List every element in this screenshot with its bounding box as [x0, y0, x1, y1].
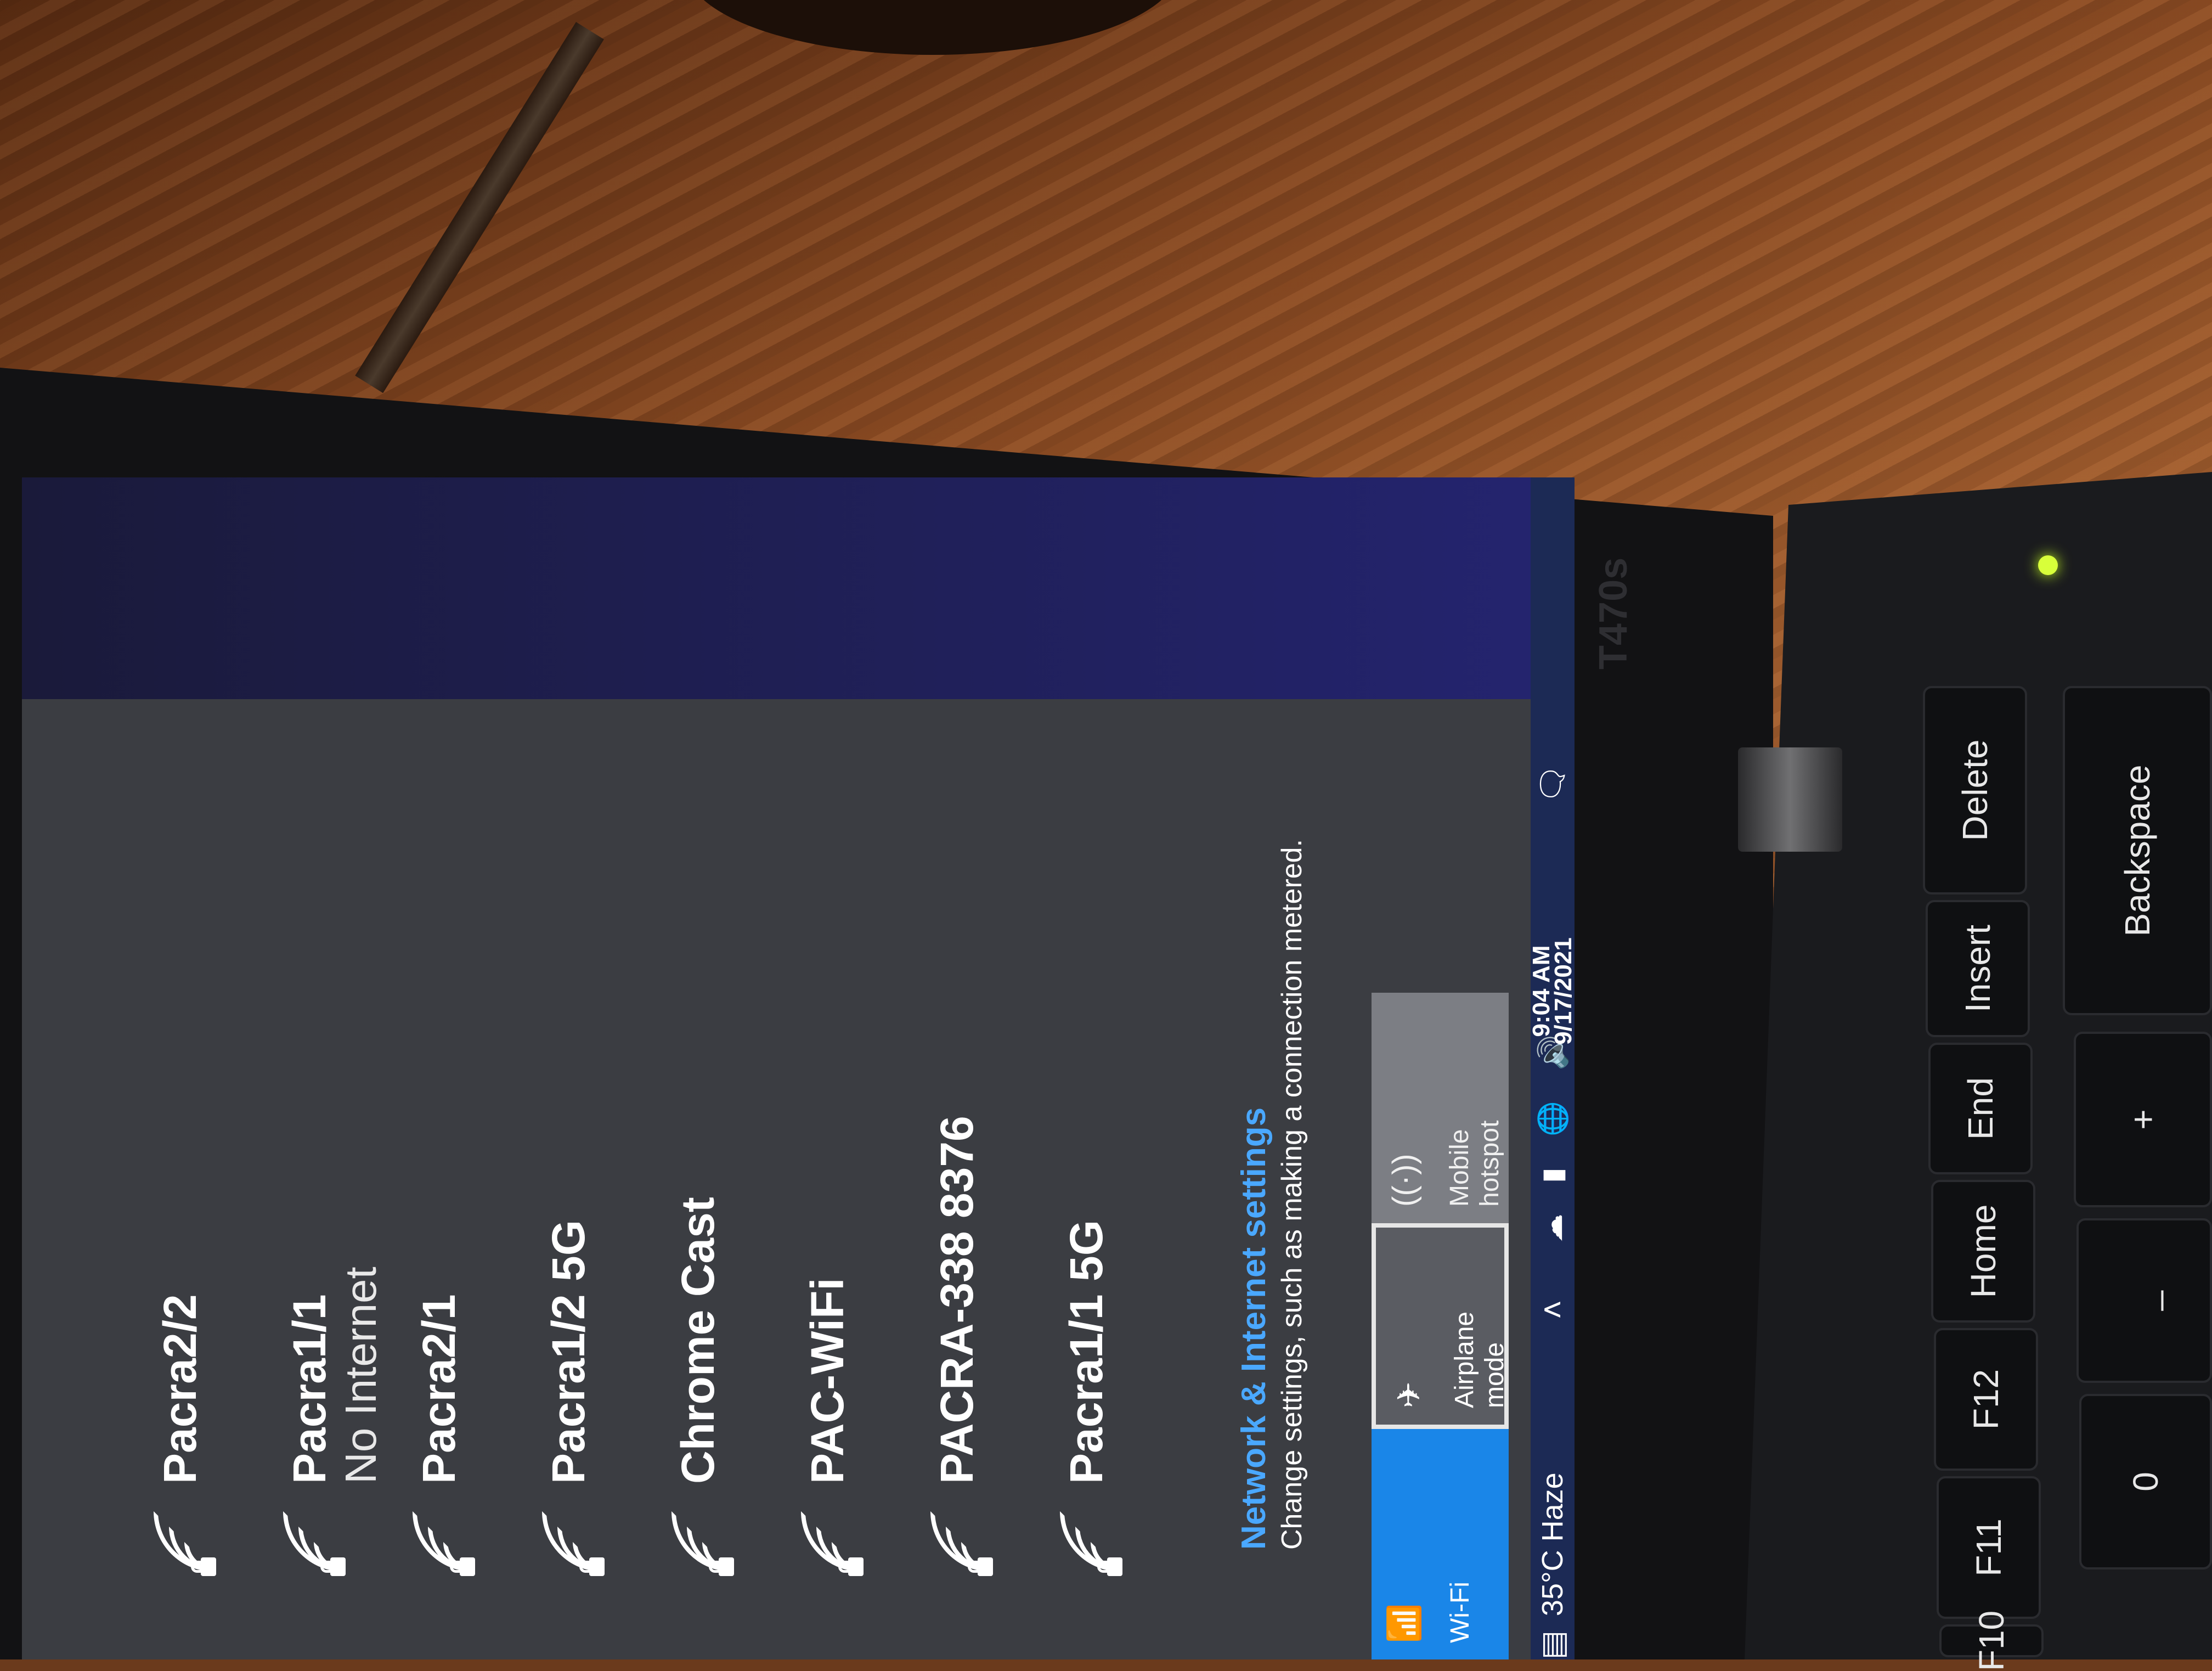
airplane-icon: ✈	[1391, 1381, 1427, 1408]
hotspot-icon: ((·))	[1386, 1154, 1422, 1207]
network-text: Pacra2/1	[413, 1294, 465, 1484]
wifi-lock-icon	[1060, 1511, 1122, 1576]
wifi-lock-icon	[154, 1511, 216, 1576]
quick-action-tiles: 📶 Wi-Fi ✈ Airplane mode ((·)) Mobile hot…	[1350, 699, 1531, 1659]
key-underscore-label: _	[2124, 1291, 2164, 1310]
mobile-hotspot-label-2: hotspot	[1475, 1120, 1504, 1207]
weather-widget[interactable]: ▤ 35°C Haze	[1534, 1472, 1571, 1659]
network-item[interactable]: Pacra1/1 5G	[1049, 749, 1178, 1576]
key-backspace-label: Backspace	[2118, 764, 2157, 937]
network-text: PACRA-338 8376	[930, 1116, 983, 1484]
system-tray: ☁ ▮ 🌐 🔊	[1536, 1035, 1570, 1242]
wifi-lock-icon	[801, 1511, 864, 1576]
notification-icon[interactable]: 🗨	[1534, 764, 1571, 803]
key-minus[interactable]: _	[2076, 1218, 2212, 1383]
key-insert[interactable]: Insert	[1926, 900, 2030, 1037]
wifi-toggle[interactable]: 📶 Wi-Fi	[1372, 1429, 1509, 1659]
network-item[interactable]: Pacra2/1	[402, 749, 531, 1576]
network-name: Pacra1/2 5G	[543, 1219, 594, 1484]
network-item[interactable]: Pacra1/1 No Internet	[272, 749, 402, 1576]
key-backspace[interactable]: Backspace	[2063, 686, 2212, 1015]
news-icon: ▤	[1535, 1630, 1570, 1659]
taskbar: ▤ 35°C Haze ˄ ☁ ▮ 🌐 🔊 9:04 AM 9/17/2021 …	[1528, 477, 1575, 1659]
key-delete-label: Delete	[1955, 739, 1995, 841]
network-item[interactable]: Chrome Cast	[661, 749, 790, 1576]
model-label: T470s	[1592, 557, 1635, 669]
key-end[interactable]: End	[1928, 1043, 2033, 1174]
weather-text: 35°C Haze	[1536, 1472, 1569, 1617]
wifi-lock-icon	[930, 1511, 993, 1576]
network-item[interactable]: Pacra2/2	[143, 749, 272, 1576]
battery-icon[interactable]: ▮	[1536, 1167, 1570, 1183]
network-settings-link[interactable]: Network & Internet settings	[1234, 1107, 1273, 1550]
key-f10-label: F10	[1972, 1610, 2011, 1671]
wifi-toggle-label: Wi-Fi	[1446, 1582, 1475, 1643]
wifi-lock-icon	[283, 1511, 346, 1576]
network-text: PAC-WiFi	[801, 1278, 854, 1484]
network-status: No Internet	[336, 1267, 385, 1484]
key-home-label: Home	[1963, 1204, 2003, 1298]
network-name: Pacra1/1	[284, 1294, 335, 1484]
key-f11[interactable]: F11	[1937, 1476, 2041, 1619]
network-item[interactable]: PAC-WiFi	[790, 749, 919, 1576]
chevron-up-icon[interactable]: ˄	[1534, 1300, 1572, 1319]
key-equals[interactable]: +	[2074, 1032, 2212, 1207]
network-name: Chrome Cast	[672, 1197, 724, 1484]
key-end-label: End	[1961, 1077, 2000, 1140]
key-f12[interactable]: F12	[1934, 1328, 2038, 1471]
laptop-screen: Pacra2/2 Pacra1/1 No Internet Pacra2/1 Pacra…	[22, 477, 1575, 1659]
network-text: Chrome Cast	[672, 1197, 724, 1484]
clock-date: 9/17/2021	[1550, 937, 1575, 1045]
network-name: Pacra2/2	[154, 1294, 206, 1484]
key-delete[interactable]: Delete	[1923, 686, 2027, 894]
clock-time: 9:04 AM	[1528, 945, 1555, 1037]
wifi-lock-icon	[542, 1511, 605, 1576]
network-name: PACRA-338 8376	[931, 1116, 983, 1484]
network-item[interactable]: Pacra1/2 5G	[531, 749, 661, 1576]
network-name: PAC-WiFi	[802, 1278, 853, 1484]
key-home[interactable]: Home	[1931, 1180, 2035, 1323]
power-led	[2038, 555, 2058, 575]
wifi-icon: 📶	[1386, 1603, 1422, 1643]
network-name: Pacra1/1 5G	[1060, 1219, 1112, 1484]
network-list: Pacra2/2 Pacra1/1 No Internet Pacra2/1 Pacra…	[143, 749, 1178, 1576]
network-text: Pacra2/2	[154, 1294, 206, 1484]
cloud-icon[interactable]: ☁	[1536, 1214, 1570, 1242]
network-settings-description: Change settings, such as making a connec…	[1276, 839, 1308, 1550]
network-text: Pacra1/1 5G	[1060, 1220, 1113, 1484]
key-zero-label: 0	[2126, 1472, 2165, 1492]
key-insert-label: Insert	[1958, 924, 1997, 1013]
clock[interactable]: 9:04 AM 9/17/2021	[1528, 937, 1575, 1045]
network-text: Pacra1/1 No Internet	[283, 1267, 386, 1484]
key-f11-label: F11	[1969, 1518, 2008, 1577]
hinge	[1738, 747, 1842, 852]
network-flyout: Pacra2/2 Pacra1/1 No Internet Pacra2/1 Pacra…	[22, 699, 1350, 1659]
globe-icon[interactable]: 🌐	[1536, 1101, 1570, 1137]
airplane-mode-label: Airplane mode	[1450, 1311, 1509, 1408]
key-f10[interactable]: F10	[1939, 1611, 2044, 1671]
key-f12-label: F12	[1966, 1369, 2006, 1430]
key-plus-label: +	[2123, 1109, 2163, 1130]
mobile-hotspot-label-1: Mobile	[1445, 1129, 1474, 1207]
wifi-lock-icon	[413, 1511, 475, 1576]
key-zero[interactable]: 0	[2079, 1394, 2212, 1569]
network-item[interactable]: PACRA-338 8376	[919, 749, 1049, 1576]
airplane-mode-toggle[interactable]: ✈ Airplane mode	[1372, 1223, 1509, 1429]
network-text: Pacra1/2 5G	[542, 1220, 595, 1484]
screen-content: Pacra2/2 Pacra1/1 No Internet Pacra2/1 Pacra…	[22, 477, 1575, 1659]
mobile-hotspot-toggle[interactable]: ((·)) Mobile hotspot	[1372, 993, 1509, 1223]
network-name: Pacra2/1	[413, 1294, 465, 1484]
wifi-lock-icon	[672, 1511, 734, 1576]
